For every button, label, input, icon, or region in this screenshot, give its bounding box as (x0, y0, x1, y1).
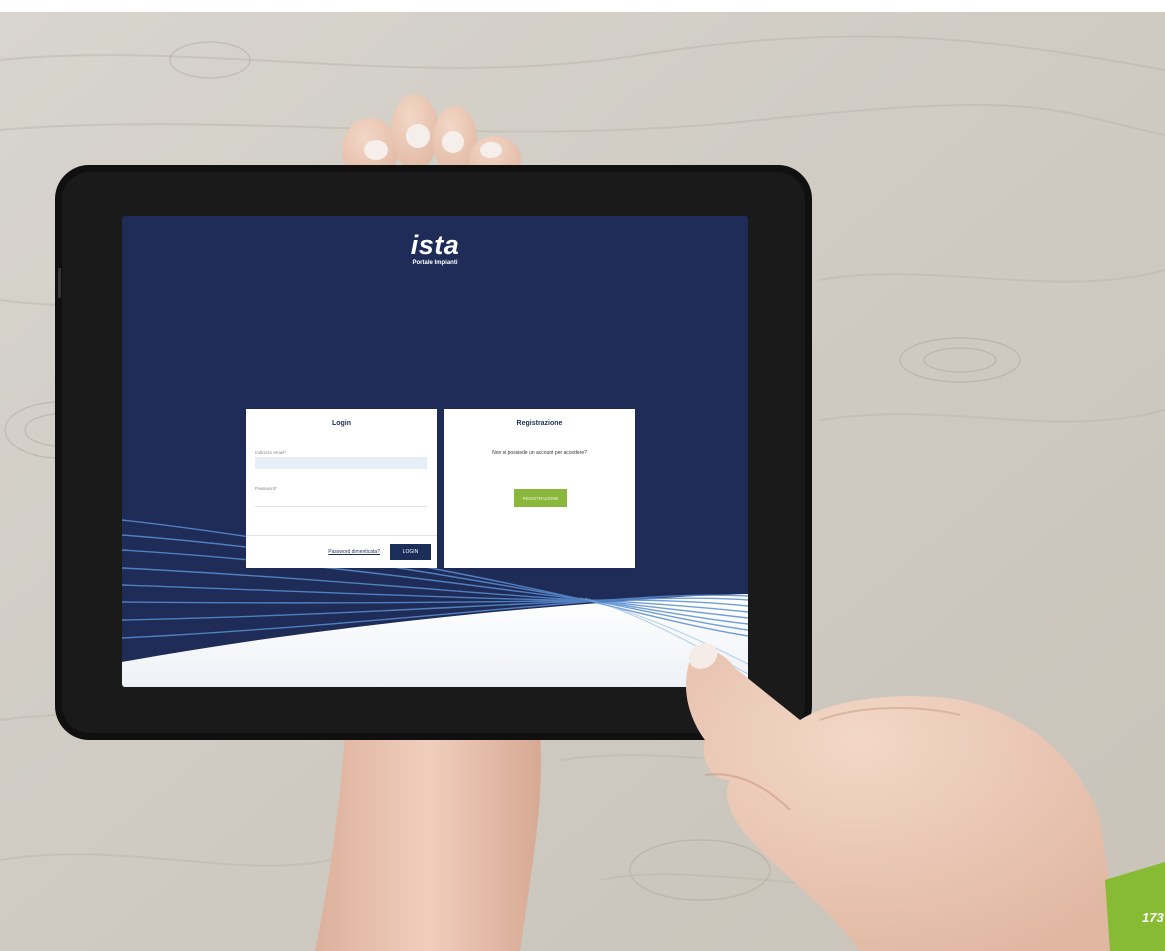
email-label: Indirizzo email* (255, 450, 287, 455)
password-field[interactable] (255, 506, 427, 507)
login-title: Login (331, 420, 352, 427)
registration-prompt: Non si possiede un account per accedere? (492, 450, 587, 456)
password-label: Password* (255, 486, 277, 491)
email-field[interactable] (255, 457, 427, 469)
page-number: 173 (1142, 910, 1164, 925)
registration-card: Registrazione Non si possiede un account… (444, 409, 635, 568)
tablet-screen: ista Portale Impianti Login Indirizzo em… (122, 216, 748, 687)
portal-subtitle: Portale Impianti (412, 260, 458, 266)
login-card: Login Indirizzo email* Password* Passwor… (246, 409, 437, 568)
forgot-password-link[interactable]: Password dimenticata? (328, 549, 380, 555)
login-button[interactable]: LOGIN (390, 544, 431, 560)
registration-title: Registrazione (516, 420, 563, 427)
ista-logo: ista (410, 230, 460, 260)
card-divider (246, 535, 437, 536)
register-button[interactable]: REGISTRAZIONE (514, 489, 567, 507)
